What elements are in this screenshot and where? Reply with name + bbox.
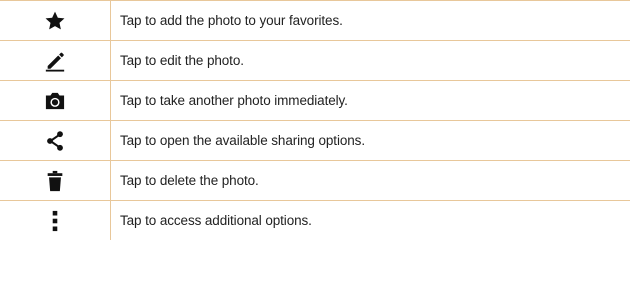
row-description: Tap to open the available sharing option… (120, 133, 365, 148)
edit-pencil-icon (0, 41, 110, 80)
row-description: Tap to delete the photo. (120, 173, 259, 188)
star-icon (0, 1, 110, 40)
row-description: Tap to take another photo immediately. (120, 93, 348, 108)
table-row: Tap to edit the photo. (0, 40, 630, 80)
more-options-icon (0, 201, 110, 240)
row-description: Tap to access additional options. (120, 213, 312, 228)
table-row: Tap to delete the photo. (0, 160, 630, 200)
row-description: Tap to add the photo to your favorites. (120, 13, 343, 28)
table-row: Tap to add the photo to your favorites. (0, 0, 630, 40)
share-icon (0, 121, 110, 160)
table-row: Tap to take another photo immediately. (0, 80, 630, 120)
trash-icon (0, 161, 110, 200)
table-row: Tap to access additional options. (0, 200, 630, 240)
camera-icon (0, 81, 110, 120)
table-row: Tap to open the available sharing option… (0, 120, 630, 160)
row-description: Tap to edit the photo. (120, 53, 244, 68)
icon-reference-table: Tap to add the photo to your favorites. … (0, 0, 630, 240)
